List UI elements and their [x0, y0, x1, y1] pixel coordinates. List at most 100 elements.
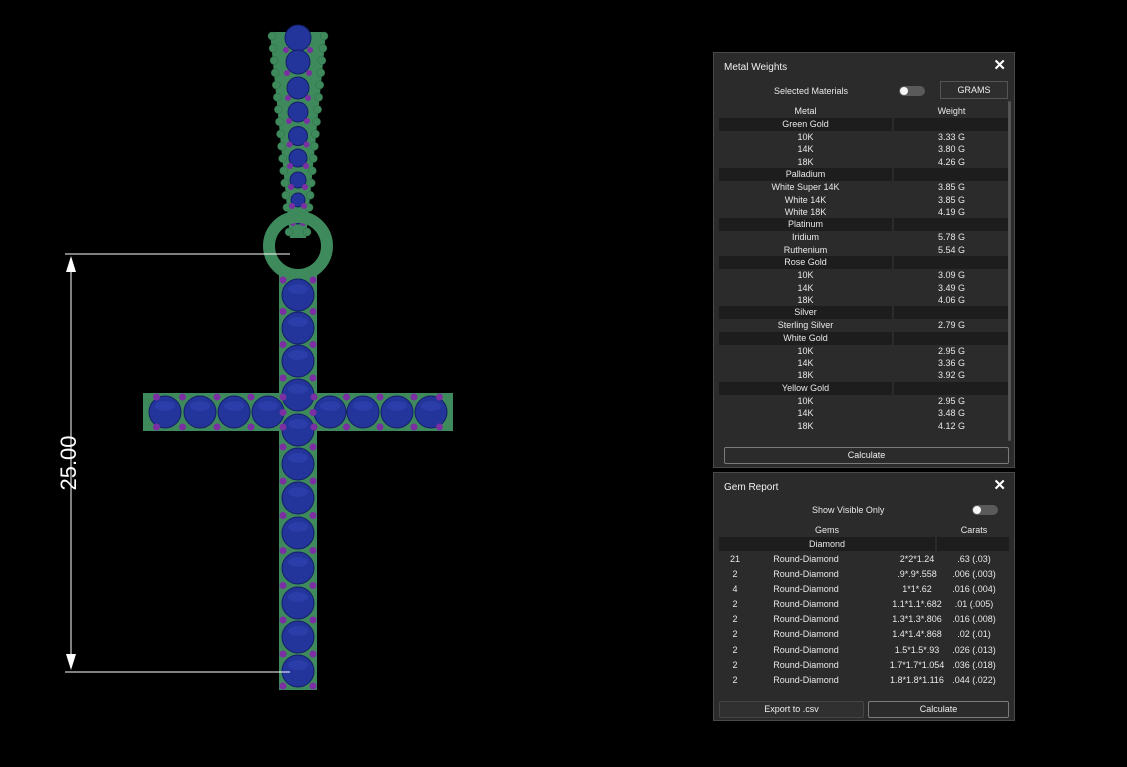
dimension-annotation: 25.00	[56, 253, 290, 673]
bail-edge-bead	[272, 80, 281, 90]
cross-prong	[309, 374, 317, 382]
metal-weight: 3.49 G	[937, 282, 966, 293]
gem-quantity: 2	[732, 599, 738, 610]
metal-row[interactable]: 18K 4.12 G	[719, 420, 1009, 432]
cross-gem-highlight	[288, 284, 308, 294]
cross-prong	[410, 393, 418, 401]
show-visible-toggle[interactable]	[972, 505, 998, 515]
units-grams-button[interactable]: GRAMS	[940, 81, 1008, 99]
cross-prong	[436, 393, 443, 401]
bail-edge-bead	[276, 129, 285, 139]
gem-carats: .006 (.003)	[952, 569, 996, 580]
bail-prong	[303, 163, 309, 169]
gem-name: Round-Diamond	[773, 659, 839, 670]
metal-weight: 4.06 G	[937, 294, 966, 305]
bail-edge-bead	[310, 142, 319, 151]
metal-row[interactable]: 14K 3.80 G	[719, 143, 1009, 155]
gem-report-title: Gem Report	[724, 482, 779, 493]
bail-prong	[305, 95, 311, 101]
metal-row[interactable]: White 18K 4.19 G	[719, 206, 1009, 218]
metal-row[interactable]: 18K 4.06 G	[719, 294, 1009, 306]
metal-group-label: Platinum	[787, 219, 823, 230]
metal-weight: 4.26 G	[937, 156, 966, 167]
cross-prong	[279, 477, 287, 485]
gem-row[interactable]: 21 Round-Diamond 2*2*1.24.63 (.03)	[719, 552, 1009, 567]
cross-gem	[217, 395, 251, 429]
metal-weight: 5.54 G	[937, 244, 966, 255]
bail-prong	[285, 95, 291, 101]
gem-row[interactable]: 2 Round-Diamond 1.5*1.5*.93.026 (.013)	[719, 643, 1009, 658]
weight-column-header[interactable]: Weight	[894, 106, 1009, 116]
cross-gem-highlight	[288, 660, 308, 670]
gem-report-close-icon[interactable]: ✕	[993, 478, 1006, 493]
metal-row[interactable]: 10K 3.09 G	[719, 269, 1009, 281]
metal-group-header: Platinum	[719, 218, 1009, 232]
metal-row[interactable]: 10K 3.33 G	[719, 131, 1009, 143]
cross-prong	[247, 423, 255, 431]
column-separator	[892, 331, 894, 345]
metal-row[interactable]: Ruthenium 5.54 G	[719, 244, 1009, 256]
bail-prong	[304, 118, 310, 124]
bail-edge-bead	[307, 178, 316, 188]
metal-row[interactable]: 14K 3.48 G	[719, 407, 1009, 419]
cross-prong	[279, 393, 287, 401]
metal-row[interactable]: White Super 14K 3.85 G	[719, 181, 1009, 193]
metal-group-header: Green Gold	[719, 118, 1009, 131]
metal-group-header: Palladium	[719, 168, 1009, 182]
cross-gem	[281, 620, 315, 654]
metal-weight: 3.80 G	[937, 144, 966, 155]
bail-edge-bead	[279, 166, 288, 175]
gem-row[interactable]: 2 Round-Diamond 1.7*1.7*1.054.036 (.018)	[719, 658, 1009, 673]
metal-weight: 3.85 G	[937, 182, 966, 193]
selected-materials-toggle[interactable]	[899, 86, 925, 96]
bail-edge-bead	[284, 227, 294, 237]
metal-row[interactable]: 10K 2.95 G	[719, 395, 1009, 407]
gem-row[interactable]: 2 Round-Diamond 1.1*1.1*.682.01 (.005)	[719, 597, 1009, 612]
cross-prong	[279, 443, 287, 451]
cross-gem	[183, 395, 217, 429]
carats-column-header[interactable]: Carats	[939, 525, 1009, 535]
metal-label: 10K	[797, 132, 814, 142]
cross-gem	[281, 311, 315, 345]
cross-prong	[279, 616, 287, 624]
export-csv-button[interactable]: Export to .csv	[719, 701, 864, 718]
cross-prong	[343, 393, 350, 401]
metal-label: 14K	[797, 408, 814, 419]
gem-row[interactable]: 2 Round-Diamond .9*.9*.558.006 (.003)	[719, 567, 1009, 582]
metal-row[interactable]: 10K 2.95 G	[719, 345, 1009, 357]
cross-prong	[179, 393, 186, 401]
bail-gem	[285, 49, 311, 75]
gem-calculate-button[interactable]: Calculate	[868, 701, 1009, 718]
metal-column-header[interactable]: Metal	[719, 106, 892, 116]
metal-row[interactable]: 14K 3.49 G	[719, 282, 1009, 294]
metal-row[interactable]: 18K 3.92 G	[719, 369, 1009, 381]
metal-row[interactable]: Iridium 5.78 G	[719, 231, 1009, 243]
metal-row[interactable]: 18K 4.26 G	[719, 156, 1009, 168]
cross-prong	[376, 423, 384, 431]
3d-viewport[interactable]: 25.00	[0, 0, 700, 762]
metal-calculate-button[interactable]: Calculate	[724, 447, 1009, 464]
metal-row[interactable]: 14K 3.36 G	[719, 357, 1009, 369]
metal-label: Sterling Silver	[777, 320, 834, 331]
cross-gem-highlight	[155, 401, 175, 411]
metal-weight: 2.95 G	[937, 395, 966, 406]
metal-label: White Super 14K	[771, 182, 840, 193]
metal-row[interactable]: White 14K 3.85 G	[719, 194, 1009, 206]
metal-row[interactable]: Sterling Silver 2.79 G	[719, 319, 1009, 331]
metal-list-scrollbar[interactable]	[1008, 101, 1011, 441]
metal-weight: 4.12 G	[937, 420, 966, 431]
gems-column-header[interactable]: Gems	[719, 525, 935, 535]
cross-prong	[279, 650, 287, 658]
gem-row[interactable]: 2 Round-Diamond 1.3*1.3*.806.016 (.008)	[719, 612, 1009, 627]
bail-edge-bead	[280, 178, 289, 188]
cross-prong	[279, 409, 287, 416]
gem-row[interactable]: 2 Round-Diamond 1.4*1.4*.868.02 (.01)	[719, 627, 1009, 642]
cross-prong	[309, 276, 317, 284]
gem-quantity: 21	[729, 554, 740, 564]
cross-pendant-model[interactable]: 25.00	[0, 0, 700, 762]
gem-row[interactable]: 2 Round-Diamond 1.8*1.8*1.116.044 (.022)	[719, 673, 1009, 688]
metal-weights-close-icon[interactable]: ✕	[993, 58, 1006, 73]
gem-row[interactable]: 4 Round-Diamond 1*1*.62.016 (.004)	[719, 582, 1009, 597]
cross-gem-highlight	[288, 384, 308, 394]
gem-name: Round-Diamond	[773, 569, 839, 580]
